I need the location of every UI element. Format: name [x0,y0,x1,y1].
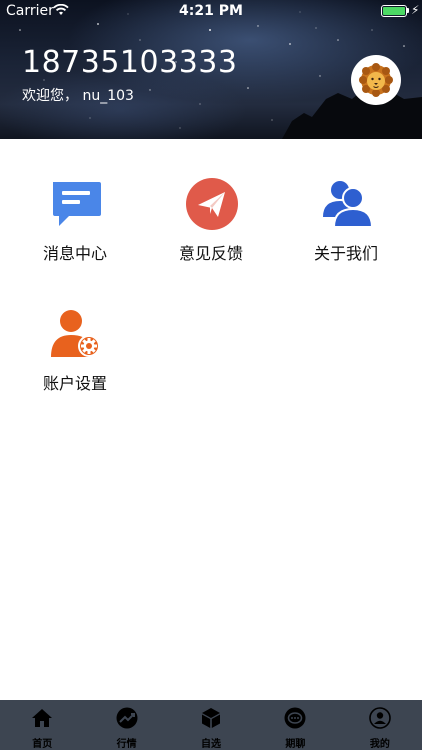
battery-icon [381,5,407,17]
lion-icon [359,63,393,97]
user-phone: 18735103333 [22,45,238,80]
home-icon [32,709,53,727]
tab-market[interactable]: 行情 [84,700,168,750]
profile-header: Carrier 4:21 PM ⚡ 18735103333 欢迎您， nu_10… [0,0,422,139]
clock: 4:21 PM [179,3,243,19]
avatar[interactable] [351,55,401,105]
battery-level [383,7,405,15]
battery-cap [407,8,409,13]
paper-plane-icon [186,178,238,230]
welcome-text: 欢迎您， nu_103 [22,88,134,104]
tab-chat-label: 期聊 [285,739,306,750]
menu-label-about: 关于我们 [313,244,378,263]
menu-item-feedback[interactable]: 意见反馈 [146,177,276,277]
tab-chat[interactable]: 期聊 [253,700,337,750]
trend-icon [116,707,138,729]
profile-icon [369,707,391,729]
charging-bolt-icon: ⚡ [411,3,420,17]
users-icon [323,181,374,228]
user-settings-icon [51,310,100,357]
tab-mine[interactable]: 我的 [338,700,422,750]
tab-watchlist[interactable]: 自选 [169,700,253,750]
message-icon [53,182,101,226]
status-bar: Carrier 4:21 PM ⚡ [0,0,422,22]
bottom-tab-bar: 首页 行情 自选 期聊 我的 [0,700,422,750]
tab-home[interactable]: 首页 [0,700,84,750]
cube-icon [202,708,221,728]
tab-mine-label: 我的 [369,739,390,750]
menu-item-messages[interactable]: 消息中心 [10,177,140,277]
tab-watchlist-label: 自选 [201,739,222,750]
menu-label-feedback: 意见反馈 [178,244,243,263]
menu-item-account-settings[interactable]: 账户设置 [10,307,140,407]
tab-home-label: 首页 [32,739,53,750]
chat-icon [284,707,306,729]
tab-market-label: 行情 [116,739,137,750]
menu-label-messages: 消息中心 [42,244,107,263]
menu-label-account-settings: 账户设置 [42,374,107,393]
menu-item-about[interactable]: 关于我们 [281,177,411,277]
